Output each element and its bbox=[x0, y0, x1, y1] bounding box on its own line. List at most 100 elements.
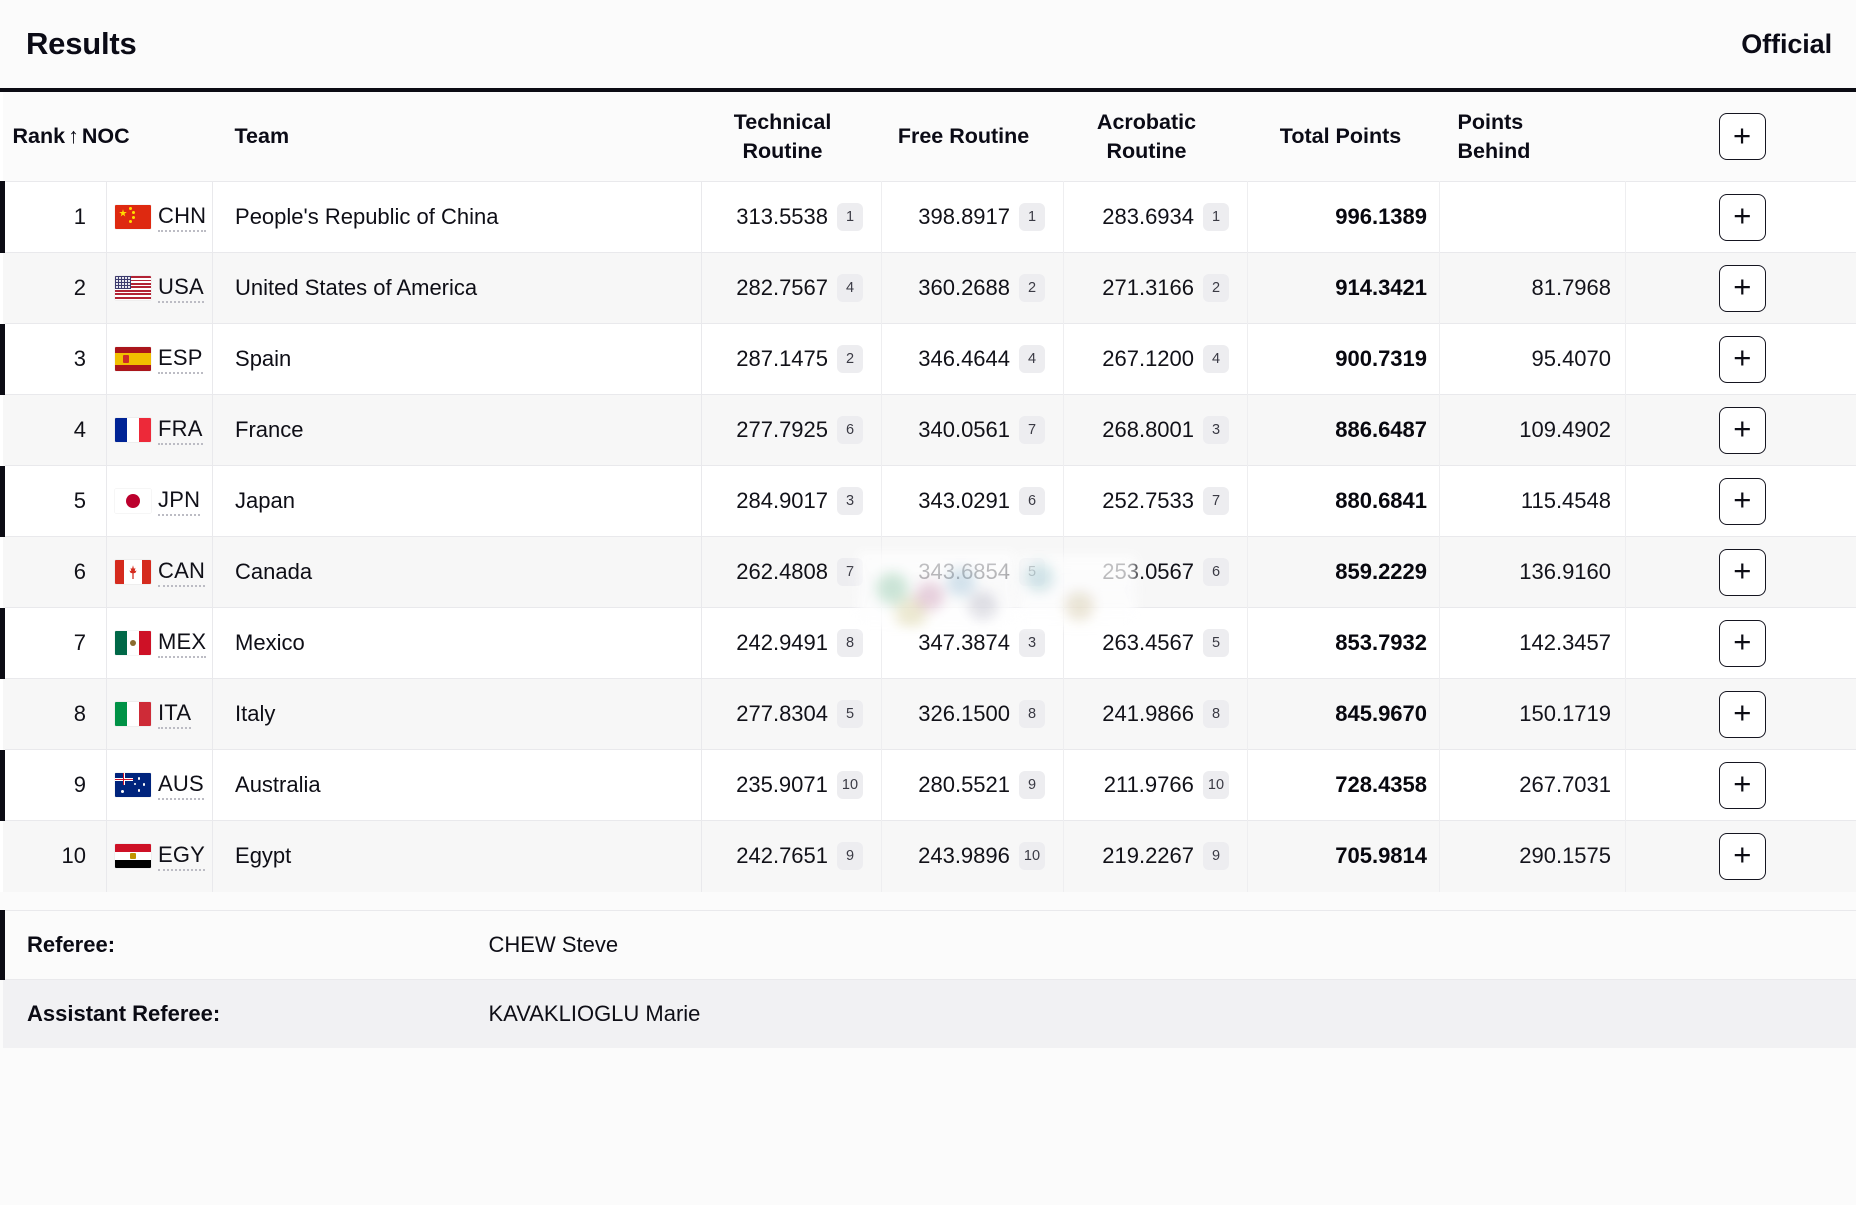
technical-routine-value: 242.9491 bbox=[736, 630, 828, 656]
expand-row-button[interactable]: + bbox=[1719, 336, 1766, 383]
cell-points-behind: 109.4902 bbox=[1440, 395, 1626, 466]
column-header-team[interactable]: Team bbox=[213, 92, 702, 182]
plus-icon: + bbox=[1733, 271, 1751, 302]
table-row[interactable]: 9AUSAustralia235.907110280.55219211.9766… bbox=[3, 750, 1856, 821]
expand-row-button[interactable]: + bbox=[1719, 620, 1766, 667]
cell-technical-routine: 277.79256 bbox=[702, 395, 882, 466]
cell-free-routine: 398.89171 bbox=[882, 182, 1064, 253]
table-row[interactable]: 6CANCanada262.48087343.68545253.05676859… bbox=[3, 537, 1856, 608]
column-header-free-routine[interactable]: Free Routine bbox=[882, 92, 1064, 182]
plus-icon: + bbox=[1733, 342, 1751, 373]
cell-noc: JPN bbox=[107, 466, 213, 537]
page-title: Results bbox=[26, 26, 137, 62]
free-routine-rank-badge: 1 bbox=[1019, 203, 1045, 231]
table-row[interactable]: 2USAUnited States of America282.75674360… bbox=[3, 253, 1856, 324]
officials-body: Referee:CHEW SteveAssistant Referee:KAVA… bbox=[3, 910, 1856, 1048]
sort-ascending-icon[interactable]: ↑ bbox=[65, 124, 82, 148]
technical-routine-wrap: 313.55381 bbox=[702, 203, 881, 231]
official-role-label: Referee: bbox=[3, 910, 481, 979]
free-routine-value: 347.3874 bbox=[918, 630, 1010, 656]
noc-code: EGY bbox=[158, 842, 205, 871]
cell-technical-routine: 242.76519 bbox=[702, 821, 882, 892]
acrobatic-routine-value: 219.2267 bbox=[1102, 843, 1194, 869]
column-header-noc-label: NOC bbox=[82, 124, 130, 148]
plus-icon: + bbox=[1733, 413, 1751, 444]
acrobatic-routine-rank-badge: 7 bbox=[1203, 487, 1229, 515]
technical-routine-rank-badge: 2 bbox=[837, 345, 863, 373]
free-routine-value: 343.6854 bbox=[918, 559, 1010, 585]
cell-rank: 4 bbox=[3, 395, 107, 466]
flag-icon-egy bbox=[115, 844, 151, 868]
expand-row-button[interactable]: + bbox=[1719, 833, 1766, 880]
expand-row-button[interactable]: + bbox=[1719, 691, 1766, 738]
column-header-acrobatic-line1: Acrobatic bbox=[1064, 108, 1230, 137]
table-row[interactable]: 7MEXMexico242.94918347.38743263.45675853… bbox=[3, 608, 1856, 679]
technical-routine-value: 262.4808 bbox=[736, 559, 828, 585]
cell-team: Spain bbox=[213, 324, 702, 395]
noc-code: JPN bbox=[158, 487, 200, 516]
noc-wrap: MEX bbox=[115, 629, 212, 658]
table-row[interactable]: 4FRAFrance277.79256340.05617268.80013886… bbox=[3, 395, 1856, 466]
flag-icon-usa bbox=[115, 276, 151, 300]
table-row[interactable]: 1CHNPeople's Republic of China313.553813… bbox=[3, 182, 1856, 253]
flag-icon-aus bbox=[115, 773, 151, 797]
column-header-rank-noc[interactable]: Rank↑NOC bbox=[3, 92, 213, 182]
cell-acrobatic-routine: 211.976610 bbox=[1064, 750, 1248, 821]
free-routine-wrap: 243.989610 bbox=[882, 842, 1063, 870]
expand-row-button[interactable]: + bbox=[1719, 265, 1766, 312]
technical-routine-rank-badge: 10 bbox=[837, 771, 863, 799]
results-table: Rank↑NOC Team Technical Routine Free Rou… bbox=[0, 92, 1856, 892]
free-routine-wrap: 398.89171 bbox=[882, 203, 1063, 231]
technical-routine-rank-badge: 5 bbox=[837, 700, 863, 728]
cell-free-routine: 343.02916 bbox=[882, 466, 1064, 537]
table-row[interactable]: 10EGYEgypt242.76519243.989610219.2267970… bbox=[3, 821, 1856, 892]
column-header-technical-routine[interactable]: Technical Routine bbox=[702, 92, 882, 182]
acrobatic-routine-value: 241.9866 bbox=[1102, 701, 1194, 727]
table-row[interactable]: 5JPNJapan284.90173343.02916252.75337880.… bbox=[3, 466, 1856, 537]
table-row[interactable]: 3ESPSpain287.14752346.46444267.12004900.… bbox=[3, 324, 1856, 395]
cell-rank: 3 bbox=[3, 324, 107, 395]
cell-points-behind: 115.4548 bbox=[1440, 466, 1626, 537]
table-row[interactable]: 8ITAItaly277.83045326.15008241.98668845.… bbox=[3, 679, 1856, 750]
cell-total-points: 853.7932 bbox=[1248, 608, 1440, 679]
free-routine-wrap: 343.02916 bbox=[882, 487, 1063, 515]
column-header-total-points[interactable]: Total Points bbox=[1248, 92, 1440, 182]
technical-routine-value: 277.8304 bbox=[736, 701, 828, 727]
acrobatic-routine-wrap: 268.80013 bbox=[1064, 416, 1247, 444]
noc-wrap: USA bbox=[115, 274, 212, 303]
column-header-points-behind[interactable]: Points Behind bbox=[1440, 92, 1626, 182]
noc-wrap: AUS bbox=[115, 771, 212, 800]
acrobatic-routine-wrap: 283.69341 bbox=[1064, 203, 1247, 231]
free-routine-rank-badge: 3 bbox=[1019, 629, 1045, 657]
results-page: Results Official Rank↑NOC Team Technical… bbox=[0, 0, 1856, 1205]
cell-noc: EGY bbox=[107, 821, 213, 892]
cell-expand: + bbox=[1626, 466, 1856, 537]
technical-routine-rank-badge: 6 bbox=[837, 416, 863, 444]
cell-points-behind: 290.1575 bbox=[1440, 821, 1626, 892]
column-header-team-label: Team bbox=[235, 124, 290, 148]
column-header-behind-line2: Behind bbox=[1458, 137, 1626, 166]
column-header-acrobatic-routine[interactable]: Acrobatic Routine bbox=[1064, 92, 1248, 182]
cell-noc: ITA bbox=[107, 679, 213, 750]
cell-rank: 5 bbox=[3, 466, 107, 537]
cell-acrobatic-routine: 268.80013 bbox=[1064, 395, 1248, 466]
table-head: Rank↑NOC Team Technical Routine Free Rou… bbox=[3, 92, 1856, 182]
free-routine-rank-badge: 7 bbox=[1019, 416, 1045, 444]
cell-free-routine: 340.05617 bbox=[882, 395, 1064, 466]
expand-all-button[interactable]: + bbox=[1719, 113, 1766, 160]
technical-routine-value: 284.9017 bbox=[736, 488, 828, 514]
expand-row-button[interactable]: + bbox=[1719, 762, 1766, 809]
acrobatic-routine-rank-badge: 8 bbox=[1203, 700, 1229, 728]
noc-wrap: FRA bbox=[115, 416, 212, 445]
cell-free-routine: 326.15008 bbox=[882, 679, 1064, 750]
expand-row-button[interactable]: + bbox=[1719, 478, 1766, 525]
official-role-label: Assistant Referee: bbox=[3, 979, 481, 1048]
expand-row-button[interactable]: + bbox=[1719, 407, 1766, 454]
expand-row-button[interactable]: + bbox=[1719, 194, 1766, 241]
cell-points-behind: 136.9160 bbox=[1440, 537, 1626, 608]
cell-technical-routine: 262.48087 bbox=[702, 537, 882, 608]
technical-routine-rank-badge: 8 bbox=[837, 629, 863, 657]
free-routine-value: 346.4644 bbox=[918, 346, 1010, 372]
expand-row-button[interactable]: + bbox=[1719, 549, 1766, 596]
cell-expand: + bbox=[1626, 537, 1856, 608]
